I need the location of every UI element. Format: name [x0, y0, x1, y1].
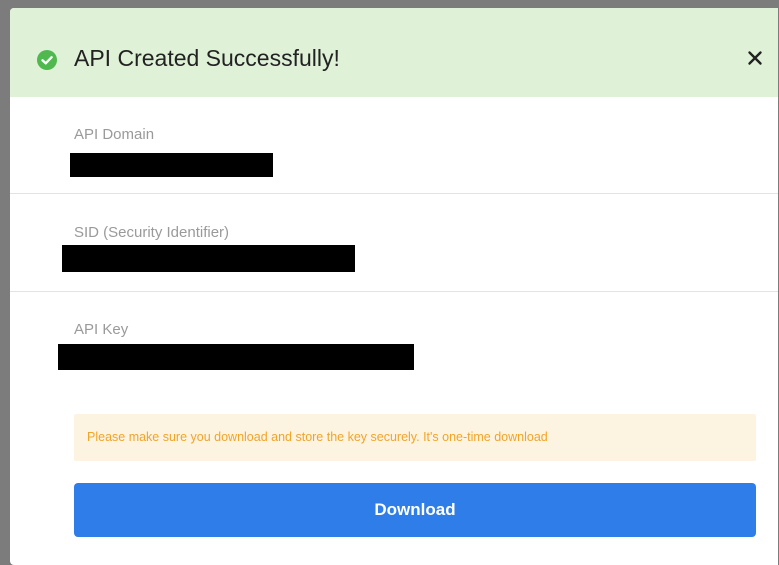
dialog-title: API Created Successfully!: [74, 45, 340, 71]
sid-label: SID (Security Identifier): [74, 224, 230, 241]
api-created-dialog: API Created Successfully! API Domain SID…: [10, 8, 778, 565]
api-key-label: API Key: [74, 321, 129, 338]
api-domain-label: API Domain: [74, 126, 155, 143]
success-header: API Created Successfully!: [10, 8, 778, 97]
api-domain-value-redacted: [70, 153, 273, 177]
check-circle-icon: [37, 50, 57, 70]
close-icon[interactable]: [745, 48, 765, 68]
warning-notice: Please make sure you download and store …: [74, 414, 756, 461]
download-button[interactable]: Download: [74, 483, 756, 537]
api-key-value-redacted: [58, 344, 414, 370]
divider: [10, 291, 778, 292]
notice-text: Please make sure you download and store …: [87, 430, 548, 444]
sid-value-redacted: [62, 245, 355, 272]
divider: [10, 193, 778, 194]
